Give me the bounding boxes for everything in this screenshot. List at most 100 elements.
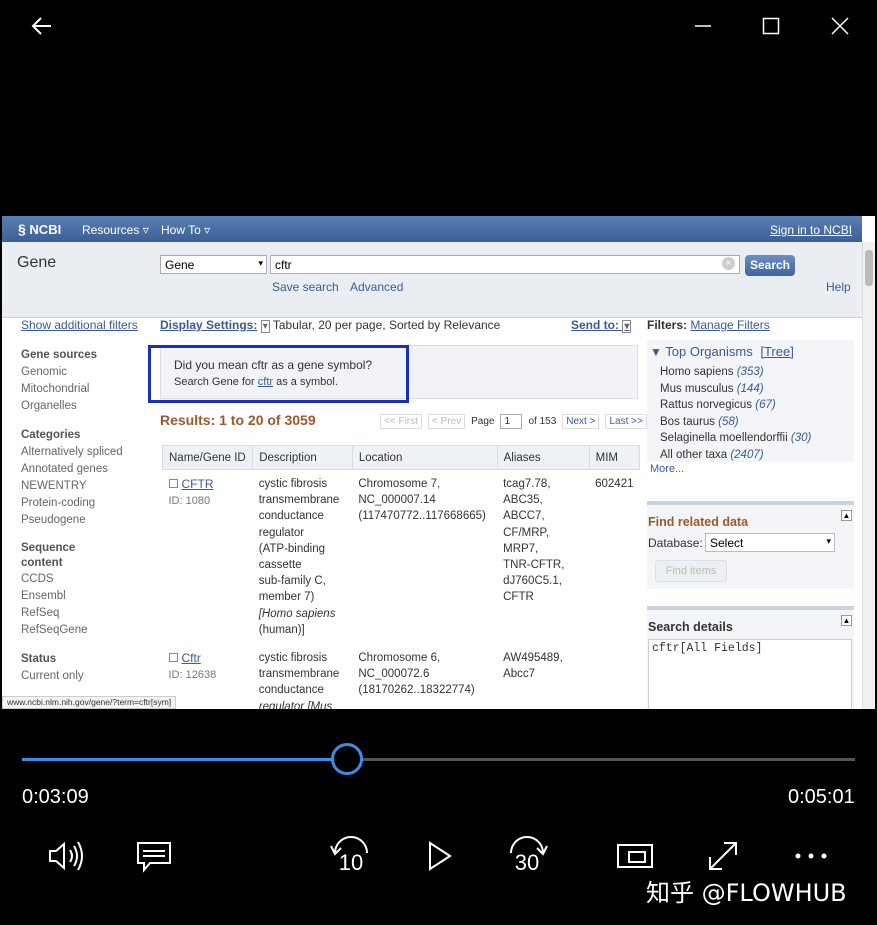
ncbi-logo[interactable]: § NCBI (18, 221, 61, 237)
col-header-mim[interactable]: MIM (588, 445, 641, 470)
show-filters-link[interactable]: Show additional filters (21, 318, 138, 332)
sidebar-item-protein-coding[interactable]: Protein-coding (21, 495, 123, 512)
suggestion-link[interactable]: cftr (258, 376, 273, 388)
sidebar-item-organelles[interactable]: Organelles (21, 398, 123, 415)
gene-mim[interactable]: 602421 (589, 470, 639, 645)
clear-icon[interactable]: × (722, 257, 735, 270)
collapse-icon[interactable]: ▲ (841, 510, 852, 521)
sidebar-item-genomic[interactable]: Genomic (21, 364, 123, 381)
volume-icon[interactable] (44, 836, 88, 876)
organism-item[interactable]: Selaginella moellendorffii (30) (660, 430, 811, 447)
scrollbar-thumb[interactable] (865, 250, 873, 286)
pager-last[interactable]: Last >> (605, 414, 647, 429)
sidebar-item-alt-spliced[interactable]: Alternatively spliced (21, 444, 123, 461)
chevron-down-icon: ▾ (260, 320, 270, 333)
close-icon[interactable] (820, 8, 860, 44)
database-label: Database: (648, 536, 703, 550)
sidebar-item-refseqgene[interactable]: RefSeqGene (21, 622, 123, 639)
video-player-window: § NCBI Resources ▿ How To ▿ Sign in to N… (0, 0, 877, 925)
gene-sources-heading: Gene sources (21, 349, 98, 361)
sidebar-item-refseq[interactable]: RefSeq (21, 605, 123, 622)
maximize-icon[interactable] (751, 8, 791, 44)
sidebar-item-ccds[interactable]: CCDS (21, 571, 123, 588)
row-checkbox[interactable] (168, 653, 178, 663)
pager: << First < Prev Page 1 of 153 Next > Las… (380, 414, 647, 429)
chevron-down-icon: ▾ (258, 258, 263, 268)
tree-link[interactable]: [Tree] (760, 344, 793, 359)
row-checkbox[interactable] (168, 479, 178, 488)
suggestion-line-2: Search Gene for cftr as a symbol. (174, 376, 338, 388)
gene-link[interactable]: CFTR (182, 477, 214, 491)
organism-item[interactable]: Homo sapiens (353) (660, 364, 811, 381)
db-select[interactable]: Gene ▾ (160, 255, 267, 274)
sidebar-item-newentry[interactable]: NEWENTRY (21, 478, 123, 495)
suggestion-line-1: Did you mean cftr as a gene symbol? (174, 358, 373, 372)
gene-location: Chromosome 6, NC_000072.6 (18170262..183… (358, 652, 475, 697)
database-select[interactable]: Select ▾ (705, 533, 835, 552)
page-input[interactable]: 1 (500, 414, 523, 429)
menu-howto[interactable]: How To ▿ (161, 223, 210, 237)
advanced-link[interactable]: Advanced (350, 280, 403, 294)
send-to-link[interactable]: Send to: ▾ (571, 318, 632, 333)
col-header-aliases[interactable]: Aliases (496, 445, 590, 470)
fullscreen-icon[interactable] (701, 836, 745, 876)
page-scrollbar[interactable] (862, 242, 875, 709)
signin-link[interactable]: Sign in to NCBI (770, 223, 852, 237)
organism-item[interactable]: All other taxa (2407) (660, 447, 811, 464)
sidebar-item-pseudogene[interactable]: Pseudogene (21, 512, 123, 529)
progress-track[interactable] (22, 758, 855, 761)
subtitles-icon[interactable] (132, 836, 176, 876)
collapse-icon[interactable]: ▲ (841, 615, 852, 626)
sidebar: Gene sources Genomic Mitochondrial Organ… (21, 347, 123, 685)
sequence-heading: Sequence content (21, 542, 76, 569)
find-items-button[interactable]: Find items (655, 560, 727, 582)
pager-of: of 153 (528, 416, 557, 427)
col-header-location[interactable]: Location (351, 445, 498, 470)
results-table: Name/Gene ID Description Location Aliase… (161, 445, 641, 709)
gene-description: cystic fibrosis transmembrane conductanc… (258, 652, 340, 709)
top-organisms-panel: ▼ Top Organisms [Tree] Homo sapiens (353… (647, 340, 854, 475)
sidebar-item-current-only[interactable]: Current only (21, 668, 123, 685)
search-input[interactable]: cftr × (270, 255, 740, 274)
display-settings[interactable]: Display Settings: ▾ Tabular, 20 per page… (160, 318, 500, 333)
progress-fill (22, 758, 347, 761)
skip-back-icon[interactable]: 10 (328, 836, 374, 876)
gene-mim[interactable] (589, 644, 639, 709)
video-frame[interactable]: § NCBI Resources ▿ How To ▿ Sign in to N… (2, 216, 875, 709)
progress-thumb[interactable] (330, 743, 363, 775)
highlight-box: Did you mean cftr as a gene symbol? Sear… (148, 345, 409, 403)
pager-first[interactable]: << First (380, 414, 422, 429)
sidebar-item-ensembl[interactable]: Ensembl (21, 588, 123, 605)
back-arrow-icon[interactable] (22, 8, 62, 44)
play-icon[interactable] (418, 836, 462, 876)
organism-item[interactable]: Mus musculus (144) (660, 381, 811, 398)
menu-resources[interactable]: Resources ▿ (82, 223, 149, 237)
pager-next[interactable]: Next > (562, 414, 600, 429)
current-time: 0:03:09 (22, 786, 89, 808)
watermark: 知乎 @FLOWHUB (646, 879, 847, 907)
triangle-down-icon: ▼ (650, 345, 662, 359)
filters-row: Filters: Manage Filters (647, 318, 770, 332)
miniview-icon[interactable] (613, 836, 657, 876)
col-header-name[interactable]: Name/Gene ID (161, 445, 254, 470)
skip-forward-icon[interactable]: 30 (504, 836, 550, 876)
pager-prev[interactable]: < Prev (427, 414, 466, 429)
minimize-icon[interactable] (683, 8, 723, 44)
col-header-description[interactable]: Description (252, 445, 353, 470)
top-organisms-heading[interactable]: ▼ Top Organisms [Tree] (650, 344, 794, 359)
search-button[interactable]: Search (745, 255, 795, 276)
help-link[interactable]: Help (826, 280, 851, 294)
save-search-link[interactable]: Save search (272, 280, 339, 294)
organism-item[interactable]: Bos taurus (58) (660, 414, 811, 431)
manage-filters-link[interactable]: Manage Filters (690, 318, 769, 332)
search-details-textarea[interactable]: cftr[All Fields] (648, 639, 852, 709)
more-options-icon[interactable] (789, 836, 833, 876)
gene-id: ID: 1080 (168, 495, 211, 508)
gene-link[interactable]: Cftr (182, 651, 201, 665)
organism-item[interactable]: Rattus norvegicus (67) (660, 397, 811, 414)
ncbi-top-bar: § NCBI Resources ▿ How To ▿ Sign in to N… (2, 216, 862, 242)
more-link[interactable]: More... (650, 463, 684, 475)
sidebar-item-mitochondrial[interactable]: Mitochondrial (21, 381, 123, 398)
chevron-down-icon: ▾ (826, 536, 831, 546)
sidebar-item-annotated[interactable]: Annotated genes (21, 461, 123, 478)
